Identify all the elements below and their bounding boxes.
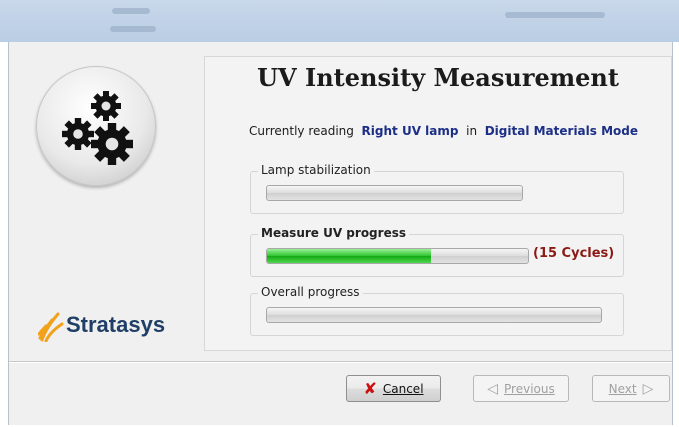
lamp-stabilization-label: Lamp stabilization	[258, 163, 374, 177]
measure-uv-progress-bar	[266, 248, 529, 264]
overall-progress-label: Overall progress	[258, 285, 363, 299]
x-icon: ✘	[363, 379, 377, 398]
arrow-left-icon: ◁	[487, 380, 499, 397]
status-in: in	[466, 124, 478, 138]
cycles-count: (15 Cycles)	[533, 246, 615, 261]
mode-name: Digital Materials Mode	[484, 124, 638, 138]
progress-fill	[267, 249, 432, 263]
next-button[interactable]: Next ▷	[592, 375, 670, 402]
previous-button-label: Previous	[504, 381, 555, 396]
page-title: UV Intensity Measurement	[257, 63, 619, 92]
cancel-button[interactable]: ✘ Cancel	[346, 375, 441, 402]
stratasys-mark-icon	[37, 312, 64, 343]
previous-button[interactable]: ◁ Previous	[473, 375, 569, 402]
titlebar-blur	[505, 12, 605, 18]
titlebar-blur	[110, 26, 156, 32]
uv-measurement-dialog: Stratasys UV Intensity Measurement Curre…	[8, 42, 673, 425]
gears-logo	[36, 66, 156, 186]
brand-logo: Stratasys	[37, 310, 165, 346]
lamp-name: Right UV lamp	[361, 124, 459, 138]
measure-uv-label: Measure UV progress	[258, 226, 409, 240]
arrow-right-icon: ▷	[642, 380, 654, 397]
overall-progress-bar	[266, 307, 602, 323]
lamp-stabilization-group: Lamp stabilization	[250, 163, 624, 214]
overall-progress-group: Overall progress	[250, 285, 624, 336]
footer-divider	[9, 361, 672, 363]
content-panel: UV Intensity Measurement Currently readi…	[204, 56, 672, 351]
measure-uv-group: Measure UV progress (15 Cycles)	[250, 226, 624, 277]
status-line: Currently reading Right UV lamp in Digit…	[249, 124, 638, 138]
gears-icon	[62, 91, 133, 165]
next-button-label: Next	[608, 381, 637, 396]
lamp-stabilization-progress-bar	[266, 185, 523, 201]
brand-name: Stratasys	[66, 312, 166, 337]
window-titlebar	[0, 0, 679, 42]
cancel-button-label: Cancel	[382, 381, 424, 396]
titlebar-blur	[112, 8, 150, 14]
status-prefix: Currently reading	[249, 124, 354, 138]
